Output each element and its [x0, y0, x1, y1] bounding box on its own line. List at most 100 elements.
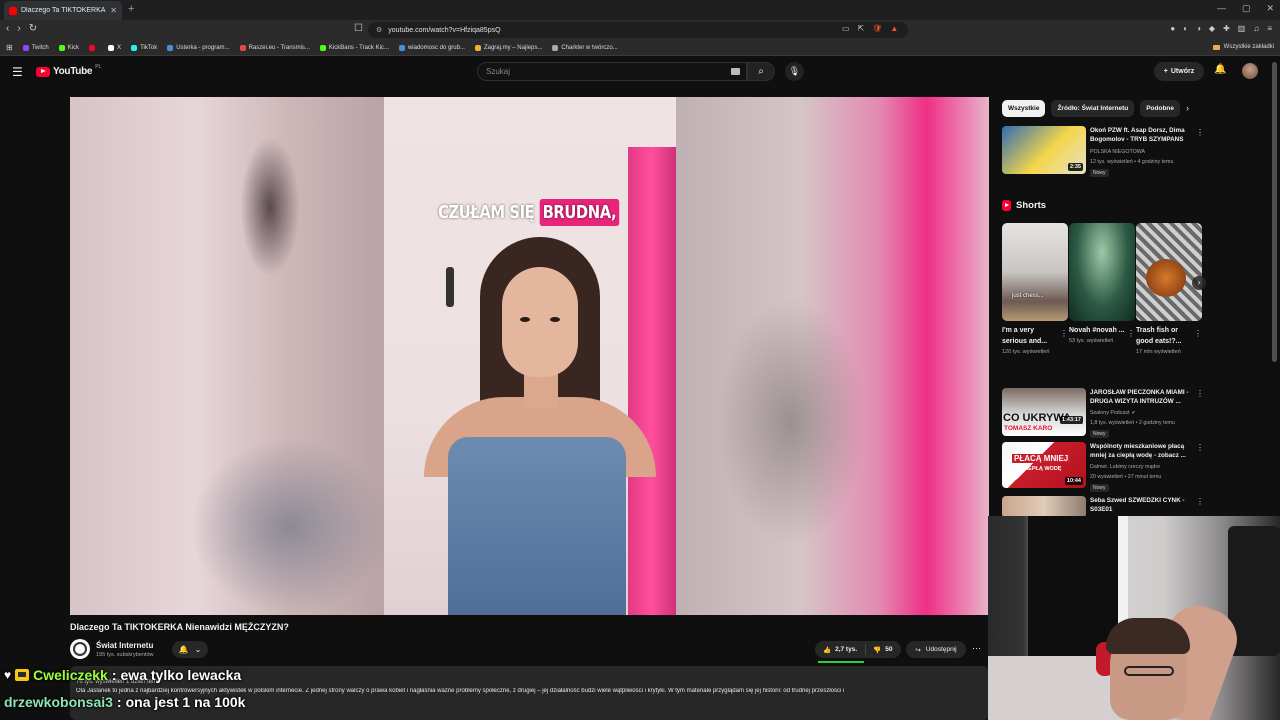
close-window-icon[interactable]: ✕ [1266, 3, 1274, 14]
channel-avatar[interactable] [70, 639, 90, 659]
related-channel[interactable]: Szalony Podcast ✔ [1090, 410, 1136, 416]
related-video-title[interactable]: Okoń PZW ft. Asap Dorsz, Dima Bogomolov … [1090, 127, 1190, 144]
related-thumbnail[interactable] [1002, 496, 1086, 518]
bookmark-item[interactable]: wiadomosc do grub... [398, 44, 465, 51]
new-badge: Nowy [1090, 430, 1109, 438]
keyboard-icon[interactable] [731, 68, 740, 75]
related-video-title[interactable]: Seba Szwed SZWEDZKI CYNK - S03E01 [1090, 497, 1190, 514]
youtube-logo[interactable]: YouTube PL [36, 64, 101, 77]
chip-source-channel[interactable]: Źródło: Świat Internetu [1051, 100, 1135, 117]
chip-all[interactable]: Wszystkie [1002, 100, 1046, 117]
verified-icon: ✔ [1131, 410, 1136, 416]
short-thumbnail[interactable] [1069, 223, 1135, 321]
extension-icon[interactable]: ◐ [1183, 24, 1188, 33]
extension-icon[interactable]: ◆ [1209, 24, 1215, 33]
food-image [1146, 259, 1186, 297]
new-badge: Nowy [1090, 169, 1109, 177]
media-icon[interactable]: ♫ [1253, 24, 1259, 33]
short-card[interactable]: Trash fish or good eats!?... 17 mln wyśw… [1136, 223, 1202, 355]
bookmark-item[interactable]: Usterka - program... [167, 44, 230, 51]
kebab-menu-icon[interactable]: ⋮ [1196, 389, 1204, 398]
brave-rewards-icon[interactable]: ▲ [890, 24, 898, 33]
guide-menu-icon[interactable]: ☰ [12, 65, 23, 79]
menu-icon[interactable]: ≡ [1267, 24, 1272, 33]
bookmark-item[interactable]: KickBans - Track Kic... [319, 44, 389, 51]
short-card[interactable]: Novah #novah ... 53 tys. wyświetleń ⋮ [1069, 223, 1135, 344]
video-player[interactable]: CZUŁAM SIĘ BRUDNA, [70, 97, 989, 615]
extensions-puzzle-icon[interactable]: ✚ [1223, 24, 1230, 33]
apps-grid-icon[interactable]: ⊞ [6, 43, 13, 52]
bookmark-item[interactable]: TikTok [131, 44, 157, 51]
like-dislike-group: 👍 2,7 tys. 👎 50 [815, 641, 901, 658]
site-info-icon[interactable]: ⚙ [376, 26, 382, 34]
notifications-bell-icon[interactable]: 🔔 [1214, 64, 1226, 75]
related-thumbnail[interactable]: CO UKRYWA TOMASZ KARO 1:43:17 [1002, 388, 1086, 436]
shorts-next-button[interactable]: › [1192, 276, 1206, 290]
extension-icon[interactable]: ● [1170, 24, 1175, 33]
related-thumbnail[interactable]: 2:35 [1002, 126, 1086, 174]
chat-message: drzewkobonsai3 : ona jest 1 na 100k [4, 694, 245, 710]
related-thumbnail[interactable]: PŁACĄ MNIEJ ZA CIEPŁĄ WODĘ 10:44 [1002, 442, 1086, 488]
related-stats: 1,8 tys. wyświetleń • 2 godziny temu [1090, 420, 1175, 426]
kebab-menu-icon[interactable]: ⋮ [1196, 128, 1204, 137]
short-title: I'm a very serious and... [1002, 327, 1048, 345]
search-button[interactable]: ⌕ [747, 62, 775, 81]
video-duration: 2:35 [1067, 163, 1083, 171]
like-button[interactable]: 👍 2,7 tys. [815, 644, 867, 655]
kebab-menu-icon[interactable]: ⋮ [1060, 329, 1068, 338]
bookmark-item[interactable]: Kick [58, 44, 79, 51]
kebab-menu-icon[interactable]: ⋮ [1127, 329, 1135, 338]
chevron-right-icon[interactable]: › [1186, 103, 1189, 113]
brave-shields-icon[interactable]: 🛡 [872, 24, 882, 33]
related-channel[interactable]: Dalmet. Lubimy rzeczy mądre [1090, 464, 1160, 470]
share-page-icon[interactable]: ⇱ [858, 24, 865, 33]
bell-icon: 🔔 [178, 645, 189, 654]
bookmark-item[interactable]: Twitch [22, 44, 49, 51]
sidebar-toggle-icon[interactable]: ▥ [1238, 24, 1246, 33]
related-video-title[interactable]: JAROSŁAW PIECZONKA MIAMI - DRUGA WIZYTA … [1090, 389, 1190, 406]
chip-similar[interactable]: Podobne [1140, 100, 1181, 117]
dislike-button[interactable]: 👎 50 [866, 646, 899, 654]
address-bar-actions: ▭ ⇱ 🛡 ▲ [842, 24, 898, 33]
kebab-menu-icon[interactable]: ⋮ [1196, 443, 1204, 452]
bookmark-item[interactable]: Raszei.eu - Transmis... [239, 44, 310, 51]
all-bookmarks-button[interactable]: Wszystkie zakładki [1212, 44, 1274, 50]
filter-chips: Wszystkie Źródło: Świat Internetu Podobn… [1002, 100, 1181, 117]
short-thumbnail[interactable] [1136, 223, 1202, 321]
address-toolbar: ‹ › ↻ ☐ ⚙ youtube.com/watch?v=Hfziqa85ps… [0, 20, 1280, 40]
related-video-title[interactable]: Wspólnoty mieszkaniowe płacą mniej za ci… [1090, 443, 1190, 460]
back-icon[interactable]: ‹ [6, 23, 9, 34]
kebab-menu-icon[interactable]: ⋮ [1196, 497, 1204, 506]
voice-search-button[interactable]: 🎙 [785, 62, 804, 81]
video-caption: CZUŁAM SIĘ BRUDNA, [438, 193, 620, 231]
related-channel[interactable]: POLSKA NIEGOTOWA [1090, 149, 1145, 155]
chat-username: Cweliczekk [33, 667, 108, 683]
reload-icon[interactable]: ↻ [29, 23, 37, 34]
search-input[interactable]: Szukaj [477, 62, 747, 81]
kebab-menu-icon[interactable]: ⋮ [1194, 329, 1202, 338]
page-scrollbar[interactable] [1272, 62, 1277, 362]
bookmark-item[interactable]: X [108, 44, 121, 51]
browser-tab-active[interactable]: Dlaczego Ta TIKTOKERKA Nie... ✕ [4, 1, 122, 20]
bookmark-item[interactable] [89, 44, 98, 51]
more-actions-icon[interactable]: ⋯ [972, 643, 981, 654]
install-app-icon[interactable]: ▭ [842, 24, 850, 33]
channel-name[interactable]: Świat Internetu [96, 641, 153, 650]
subscription-bell-button[interactable]: 🔔 ⌄ [172, 641, 208, 658]
minimize-icon[interactable]: — [1217, 3, 1226, 14]
short-card[interactable]: just chess... I'm a very serious and... … [1002, 223, 1068, 355]
bookmark-item[interactable]: Zagraj.my – Najleps... [474, 44, 542, 51]
extension-icon[interactable]: ◑ [1196, 24, 1201, 33]
account-avatar[interactable] [1242, 63, 1258, 79]
bookmark-item[interactable]: Charkter w twórczo... [552, 44, 618, 51]
bookmark-favicon-icon [474, 44, 481, 51]
bookmark-page-icon[interactable]: ☐ [354, 23, 363, 34]
short-thumbnail[interactable]: just chess... [1002, 223, 1068, 321]
address-bar[interactable]: ⚙ youtube.com/watch?v=Hfziqa85psQ [368, 22, 908, 38]
maximize-icon[interactable]: ▢ [1242, 3, 1251, 14]
create-button[interactable]: + Utwórz [1154, 62, 1204, 81]
share-button[interactable]: ↪ Udostępnij [906, 641, 966, 658]
new-tab-icon[interactable]: + [128, 3, 134, 15]
forward-icon[interactable]: › [17, 23, 20, 34]
close-tab-icon[interactable]: ✕ [110, 6, 117, 15]
